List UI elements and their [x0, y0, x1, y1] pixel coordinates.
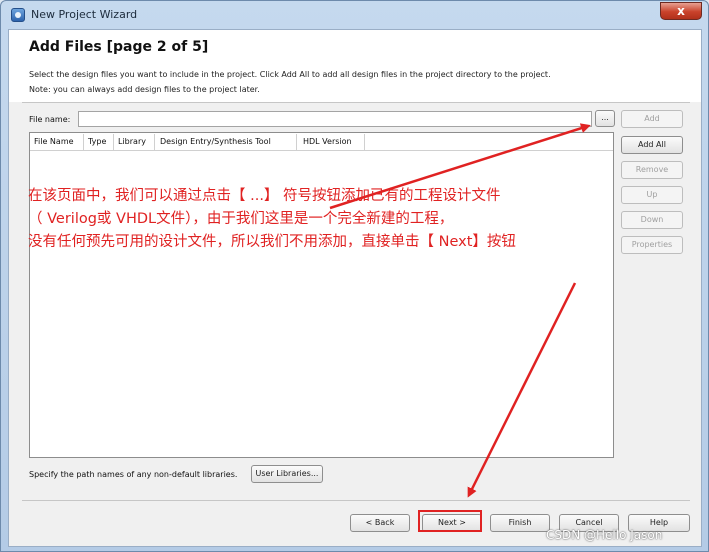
header-divider: [22, 102, 690, 103]
wizard-window: New Project Wizard x Add Files [page 2 o…: [0, 0, 709, 552]
column-library[interactable]: Library: [118, 137, 146, 146]
column-divider: [154, 134, 155, 150]
column-divider: [296, 134, 297, 150]
table-header: File Name Type Library Design Entry/Synt…: [30, 133, 613, 151]
column-divider: [113, 134, 114, 150]
footer-divider: [22, 500, 690, 501]
column-file-name[interactable]: File Name: [34, 137, 74, 146]
add-button[interactable]: Add: [621, 110, 683, 128]
file-name-input[interactable]: [78, 111, 592, 127]
column-type[interactable]: Type: [88, 137, 106, 146]
annotation-line-2: （ Verilog或 VHDL文件），由于我们这里是一个完全新建的工程，: [28, 211, 454, 227]
page-header: Add Files [page 2 of 5] Select the desig…: [9, 30, 701, 102]
column-hdl-version[interactable]: HDL Version: [303, 137, 352, 146]
column-divider: [364, 134, 365, 150]
page-note: Note: you can always add design files to…: [29, 85, 260, 94]
page-title: Add Files [page 2 of 5]: [29, 39, 209, 55]
column-design-entry[interactable]: Design Entry/Synthesis Tool: [160, 137, 271, 146]
window-title: New Project Wizard: [31, 8, 138, 21]
wizard-body: Add Files [page 2 of 5] Select the desig…: [8, 29, 702, 547]
remove-button[interactable]: Remove: [621, 161, 683, 179]
close-button[interactable]: x: [660, 2, 702, 20]
annotation-line-3: 没有任何预先可用的设计文件，所以我们不用添加，直接单击【 Next】按钮: [28, 234, 516, 250]
next-button-highlight: [418, 510, 482, 532]
page-description: Select the design files you want to incl…: [29, 70, 551, 79]
finish-button[interactable]: Finish: [490, 514, 550, 532]
column-divider: [83, 134, 84, 150]
title-bar[interactable]: New Project Wizard x: [1, 1, 708, 29]
instruction-annotation: 在该页面中，我们可以通过点击【 ...】 符号按钮添加已有的工程设计文件 （ V…: [28, 185, 668, 254]
user-libraries-button[interactable]: User Libraries...: [251, 465, 323, 483]
add-all-button[interactable]: Add All: [621, 136, 683, 154]
browse-button[interactable]: ...: [595, 110, 615, 127]
libraries-label: Specify the path names of any non-defaul…: [29, 470, 238, 479]
back-button[interactable]: < Back: [350, 514, 410, 532]
file-table[interactable]: File Name Type Library Design Entry/Synt…: [29, 132, 614, 458]
file-name-label: File name:: [29, 115, 71, 124]
app-logo-icon: [11, 8, 25, 22]
csdn-watermark: CSDN @Hello Jason: [546, 528, 663, 542]
annotation-line-1: 在该页面中，我们可以通过点击【 ...】 符号按钮添加已有的工程设计文件: [28, 188, 501, 204]
